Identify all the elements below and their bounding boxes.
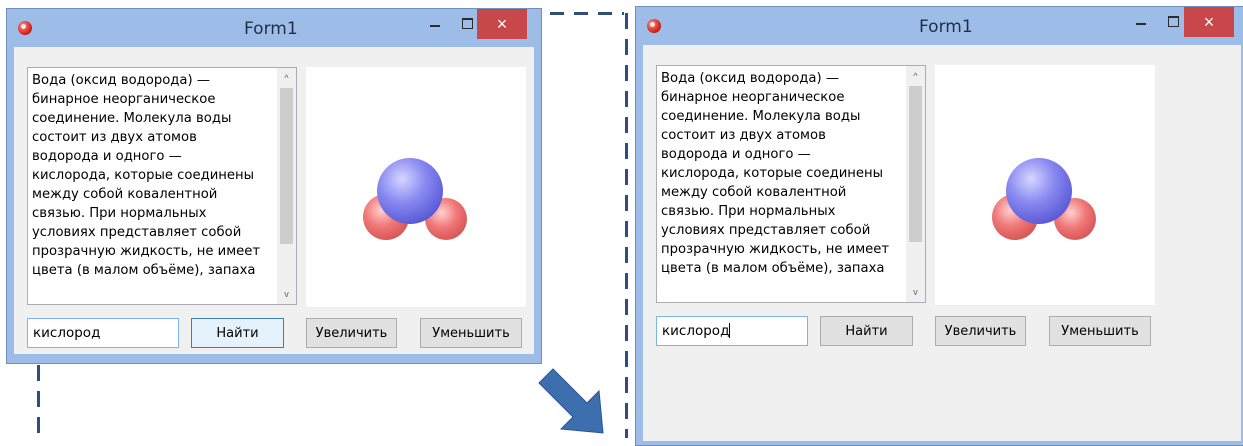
find-button[interactable]: Найти: [191, 318, 284, 348]
scroll-thumb[interactable]: [280, 88, 293, 244]
scroll-up-icon[interactable]: ^: [906, 68, 925, 84]
search-input[interactable]: кислород: [27, 318, 179, 348]
minimize-button[interactable]: [1127, 7, 1155, 35]
search-input-value: кислород: [33, 325, 101, 341]
description-textbox[interactable]: Вода (оксид водорода) — бинарное неорган…: [656, 65, 926, 303]
app-icon[interactable]: [18, 21, 32, 35]
vertical-scrollbar[interactable]: ^ v: [906, 66, 925, 302]
form-window-after: Form1 × Вода (оксид водорода) — бинарное…: [635, 6, 1243, 446]
scroll-down-icon[interactable]: v: [906, 284, 925, 300]
description-text: Вода (оксид водорода) — бинарное неорган…: [32, 73, 261, 278]
dashed-separator-left: [37, 365, 40, 438]
arrow-icon: [538, 368, 604, 434]
dashed-separator-vertical: [625, 13, 628, 438]
minimize-icon: [1136, 23, 1146, 25]
molecule-image: [992, 158, 1096, 240]
picture-box: [306, 67, 526, 307]
find-button[interactable]: Найти: [820, 316, 913, 346]
search-input[interactable]: кислород: [656, 316, 808, 346]
minimize-icon: [430, 25, 440, 27]
maximize-button[interactable]: [1159, 7, 1187, 35]
molecule-image: [363, 158, 467, 240]
title-bar[interactable]: Form1 ×: [636, 7, 1243, 45]
window-title: Form1: [919, 17, 973, 37]
close-icon: ×: [1203, 11, 1215, 32]
close-icon: ×: [496, 13, 508, 34]
maximize-icon: [461, 17, 473, 29]
form-window-before: Form1 × Вода (оксид водорода) — бинарное…: [6, 8, 542, 364]
scroll-down-icon[interactable]: v: [277, 286, 296, 302]
vertical-scrollbar[interactable]: ^ v: [277, 68, 296, 304]
description-text: Вода (оксид водорода) — бинарное неорган…: [661, 71, 890, 276]
zoom-out-button[interactable]: Уменьшить: [420, 318, 522, 348]
title-bar[interactable]: Form1 ×: [7, 9, 541, 47]
search-input-value: кислород: [662, 323, 730, 339]
minimize-button[interactable]: [421, 9, 449, 37]
scroll-up-icon[interactable]: ^: [277, 70, 296, 86]
app-icon[interactable]: [647, 19, 661, 33]
zoom-in-button[interactable]: Увеличить: [306, 318, 397, 348]
maximize-icon: [1167, 15, 1179, 27]
zoom-out-button[interactable]: Уменьшить: [1049, 316, 1151, 346]
client-area: Вода (оксид водорода) — бинарное неорган…: [643, 45, 1241, 441]
close-button[interactable]: ×: [477, 9, 527, 39]
client-area: Вода (оксид водорода) — бинарное неорган…: [14, 47, 534, 354]
window-title: Form1: [244, 19, 298, 39]
text-caret: [729, 323, 731, 338]
scroll-thumb[interactable]: [909, 86, 922, 242]
description-textbox[interactable]: Вода (оксид водорода) — бинарное неорган…: [27, 67, 297, 305]
zoom-in-button[interactable]: Увеличить: [935, 316, 1026, 346]
dashed-separator-top: [550, 12, 624, 15]
picture-box: [935, 65, 1155, 305]
close-button[interactable]: ×: [1184, 7, 1234, 37]
